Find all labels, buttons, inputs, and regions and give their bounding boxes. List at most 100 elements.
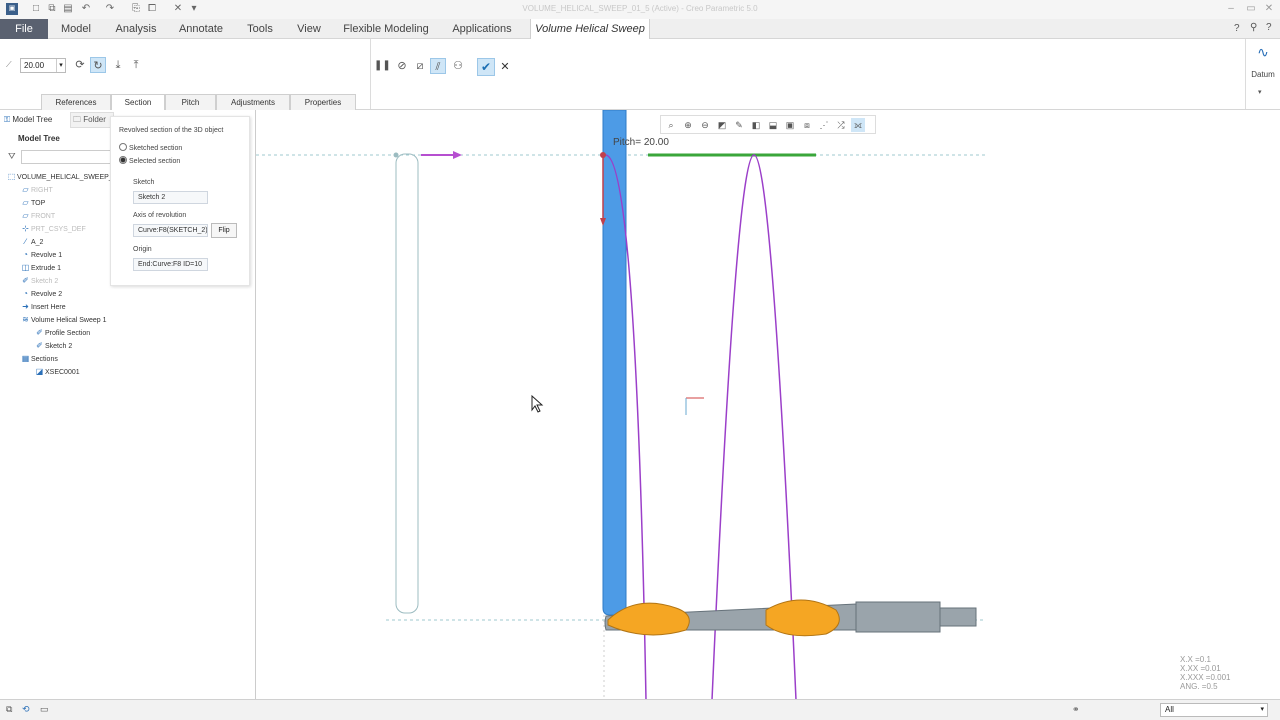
tree-search-input[interactable] [21, 150, 113, 164]
chevron-down-icon[interactable]: ▾ [56, 59, 65, 72]
close-window-icon[interactable]: ✕ [172, 3, 184, 15]
model-tree-icon: ⚿ [4, 115, 11, 124]
verify-icon[interactable]: ⫽ [430, 58, 446, 74]
zoom-out-icon[interactable]: ⊖ [698, 118, 712, 132]
datum-label[interactable]: Datum [1248, 70, 1278, 79]
tree-item[interactable]: ≋ Volume Helical Sweep 1 [6, 313, 110, 326]
tree-item[interactable]: ◫ Extrude 1 [6, 261, 110, 274]
axis-collector[interactable]: Curve:F8(SKETCH_2) [133, 224, 208, 237]
pitch-input[interactable]: 20.00 ▾ [20, 58, 66, 73]
csys-display-icon[interactable]: ⟗ [851, 118, 865, 132]
origin-label: Origin [133, 246, 152, 253]
minimize-button[interactable]: – [1224, 2, 1238, 16]
ok-checkmark-icon[interactable]: ✔ [477, 58, 495, 76]
tree-item[interactable]: ▱ FRONT [6, 209, 110, 222]
pitch-value: 20.00 [24, 61, 45, 70]
graphics-area[interactable]: Pitch= 20.00 [256, 110, 1280, 700]
display-style-icon[interactable]: ◧ [749, 118, 763, 132]
customize-icon[interactable]: ▾ [188, 3, 200, 15]
chevron-down-icon[interactable]: ▾ [1258, 88, 1268, 96]
tree-item[interactable]: ▦ Sections [6, 352, 110, 365]
tree-item[interactable]: ◔ Revolve 2 [6, 287, 110, 300]
spin-center-icon[interactable]: ⤮ [834, 118, 848, 132]
file-tab[interactable]: File [0, 19, 48, 39]
right-handed-icon[interactable]: ↻ [90, 57, 106, 73]
tab-analysis[interactable]: Analysis [106, 19, 166, 39]
tab-volume-helical-sweep[interactable]: Volume Helical Sweep [530, 19, 650, 40]
selection-filter[interactable]: All ▾ [1160, 703, 1268, 717]
tree-item[interactable]: ⊹ PRT_CSYS_DEF [6, 222, 110, 235]
tree-item[interactable]: ▱ TOP [6, 196, 110, 209]
tab-flexible-modeling[interactable]: Flexible Modeling [336, 19, 436, 39]
tree-item[interactable]: ◪ XSEC0001 [6, 365, 110, 378]
model-tree-header: Model Tree [18, 134, 60, 143]
refit-icon[interactable]: ⌕ [664, 118, 678, 132]
tab-tools[interactable]: Tools [236, 19, 284, 39]
window-icon[interactable]: ⧠ [146, 3, 158, 15]
search-icon[interactable]: ⚲ [1250, 22, 1257, 33]
repaint-icon[interactable]: ◩ [715, 118, 729, 132]
new-icon[interactable]: □ [30, 3, 42, 15]
left-handed-icon[interactable]: ⤓ [110, 57, 126, 73]
tree-item[interactable]: ▱ RIGHT [6, 183, 110, 196]
tab-properties[interactable]: Properties [290, 94, 356, 110]
plane-icon: ▱ [22, 198, 29, 207]
drill-shank-end [939, 607, 977, 627]
tree-item-label: Insert Here [31, 304, 66, 311]
help-icon[interactable]: ? [1234, 23, 1240, 34]
tab-adjustments[interactable]: Adjustments [216, 94, 290, 110]
find-icon[interactable]: ⚭ [1072, 704, 1080, 715]
preview-icon[interactable]: ⧄ [412, 58, 428, 74]
view-manager-icon[interactable]: ▣ [783, 118, 797, 132]
tree-item[interactable]: ✐ Sketch 2 [6, 274, 110, 287]
model-viewport[interactable]: Pitch= 20.00 [256, 110, 1280, 700]
tab-applications[interactable]: Applications [442, 19, 522, 39]
revolve-icon: ◔ [23, 250, 28, 259]
zoom-in-icon[interactable]: ⊕ [681, 118, 695, 132]
tab-model-tree[interactable]: ⚿ Model Tree [4, 113, 52, 127]
open-icon[interactable]: ⧉ [46, 3, 58, 15]
fullscreen-icon[interactable]: ▭ [40, 704, 49, 715]
tab-references[interactable]: References [41, 94, 111, 110]
pitch-dimension-label[interactable]: Pitch= 20.00 [613, 137, 669, 148]
regenerate-icon[interactable]: ⎘ [130, 3, 142, 15]
tree-item[interactable]: ⬚ VOLUME_HELICAL_SWEEP_ [6, 170, 113, 183]
app-icon[interactable]: ▣ [6, 3, 18, 15]
pause-icon[interactable]: ❚❚ [374, 58, 391, 74]
tab-annotate[interactable]: Annotate [170, 19, 232, 39]
cancel-icon[interactable]: ✕ [497, 59, 513, 75]
no-preview-icon[interactable]: ⊘ [394, 58, 410, 74]
tree-item[interactable]: ✐ Profile Section [6, 326, 110, 339]
tree-item[interactable]: ∕ A_2 [6, 235, 110, 248]
show-navigator-icon[interactable]: ⧉ [6, 704, 12, 715]
datum-icon[interactable]: ∿ [1252, 44, 1274, 62]
glasses-icon[interactable]: ⚇ [450, 58, 466, 74]
tree-item[interactable]: ✐ Sketch 2 [6, 339, 110, 352]
tree-item[interactable]: ➜ Insert Here [6, 300, 110, 313]
perspective-icon[interactable]: ✎ [732, 118, 746, 132]
tab-view[interactable]: View [288, 19, 330, 39]
tab-model[interactable]: Model [52, 19, 100, 39]
tab-pitch[interactable]: Pitch [165, 94, 216, 110]
filter-icon[interactable]: ⛛ [8, 151, 16, 162]
radio-selected-section[interactable]: Selected section [119, 156, 180, 165]
trajectory-icon[interactable]: ⤒ [128, 57, 144, 73]
save-icon[interactable]: ▤ [62, 3, 74, 15]
saved-orientations-icon[interactable]: ⬓ [766, 118, 780, 132]
radio-sketched-section[interactable]: Sketched section [119, 143, 182, 152]
tab-section[interactable]: Section [111, 94, 165, 111]
undo-icon[interactable]: ↶ [80, 3, 92, 15]
tab-folder[interactable]: 🗀 Folder [70, 112, 114, 128]
origin-collector[interactable]: End:Curve:F8 ID=10 [133, 258, 208, 271]
datum-display-icon[interactable]: ⧈ [800, 118, 814, 132]
annotation-display-icon[interactable]: ⋰ [817, 118, 831, 132]
flip-button[interactable]: Flip [211, 223, 237, 238]
tree-item[interactable]: ◔ Revolve 1 [6, 248, 110, 261]
close-button[interactable]: ✕ [1262, 2, 1276, 16]
sketch-collector[interactable]: Sketch 2 [133, 191, 208, 204]
help-question-icon[interactable]: ? [1266, 22, 1272, 33]
restore-button[interactable]: ▭ [1244, 2, 1258, 16]
helix-profile-icon[interactable]: ⟳ [72, 57, 88, 73]
show-browser-icon[interactable]: ⟲ [22, 704, 30, 715]
redo-icon[interactable]: ↷ [104, 3, 116, 15]
